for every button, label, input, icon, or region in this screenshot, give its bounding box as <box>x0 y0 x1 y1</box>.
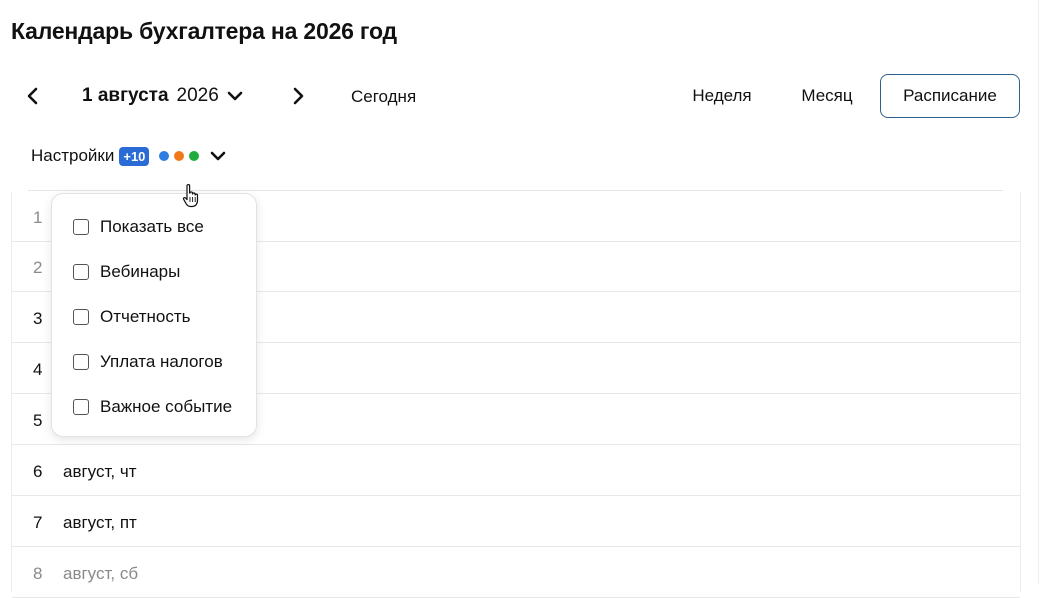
view-week-button[interactable]: Неделя <box>680 74 764 118</box>
category-dot-orange <box>174 151 185 161</box>
filter-option-important-event[interactable]: Важное событие <box>73 397 232 417</box>
filter-option-label: Важное событие <box>100 397 233 416</box>
day-number: 5 <box>33 411 43 430</box>
checkbox[interactable] <box>73 399 89 415</box>
filter-option-webinars[interactable]: Вебинары <box>73 262 180 282</box>
checkbox[interactable] <box>73 309 89 325</box>
schedule-row[interactable]: 8 август, сб <box>12 548 1020 598</box>
next-button[interactable] <box>285 83 311 109</box>
settings-label: Настройки <box>31 146 115 165</box>
date-day: 1 августа <box>82 85 169 106</box>
day-label: август, чт <box>63 462 137 481</box>
day-label: август, сб <box>63 564 139 583</box>
chevron-down-icon <box>227 91 243 101</box>
day-number: 1 <box>33 208 43 227</box>
settings-toggle[interactable]: Настройки +10 <box>31 146 226 166</box>
date-year: 2026 <box>176 85 219 106</box>
checkbox[interactable] <box>73 219 89 235</box>
scrollbar[interactable] <box>1038 0 1060 584</box>
prev-button[interactable] <box>20 83 46 109</box>
chevron-left-icon <box>27 87 38 105</box>
day-number: 8 <box>33 564 43 583</box>
filter-dropdown: Показать все Вебинары Отчетность Уплата … <box>51 193 257 437</box>
day-number: 2 <box>33 258 43 277</box>
settings-count-badge: +10 <box>119 146 150 166</box>
filter-option-label: Отчетность <box>100 307 191 326</box>
schedule-row[interactable]: 7 август, пт <box>12 497 1020 547</box>
chevron-down-icon <box>211 151 226 161</box>
filter-option-show-all[interactable]: Показать все <box>73 217 204 237</box>
day-number: 4 <box>33 360 43 379</box>
today-button[interactable]: Сегодня <box>351 87 416 107</box>
checkbox[interactable] <box>73 264 89 280</box>
filter-option-label: Вебинары <box>100 262 181 281</box>
filter-option-tax-payment[interactable]: Уплата налогов <box>73 352 223 372</box>
page-title: Календарь бухгалтера на 2026 год <box>11 18 397 44</box>
day-number: 3 <box>33 309 43 328</box>
chevron-right-icon <box>293 87 304 105</box>
category-dot-green <box>189 151 200 161</box>
category-dots <box>159 151 200 161</box>
schedule-row[interactable]: 6 август, чт <box>12 446 1020 496</box>
view-schedule-button[interactable]: Расписание <box>880 74 1020 118</box>
date-picker[interactable]: 1 августа 2026 <box>82 85 243 107</box>
day-number: 7 <box>33 513 43 532</box>
filter-option-label: Показать все <box>100 217 204 236</box>
category-dot-blue <box>159 151 170 161</box>
filter-option-reporting[interactable]: Отчетность <box>73 307 191 327</box>
day-label: август, пт <box>63 513 137 532</box>
divider <box>28 190 1003 191</box>
view-month-button[interactable]: Месяц <box>788 74 866 118</box>
checkbox[interactable] <box>73 354 89 370</box>
filter-option-label: Уплата налогов <box>100 352 223 371</box>
hand-cursor-icon <box>182 184 199 208</box>
day-number: 6 <box>33 462 43 481</box>
